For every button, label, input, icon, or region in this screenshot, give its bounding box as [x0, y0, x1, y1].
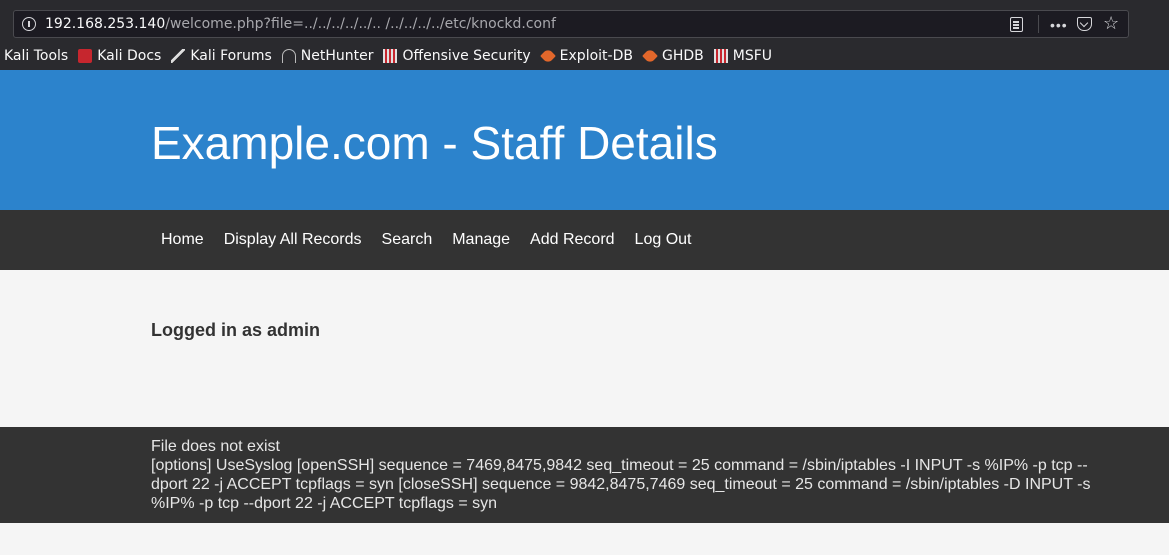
offsec-icon: [383, 49, 398, 63]
nethunter-icon: [281, 49, 296, 63]
bookmark-kali-docs[interactable]: Kali Docs: [78, 48, 161, 64]
bookmark-label: Kali Forums: [190, 48, 272, 64]
bookmark-msfu[interactable]: MSFU: [713, 48, 772, 64]
url-host: 192.168.253.140: [45, 16, 166, 32]
pocket-icon[interactable]: [1077, 17, 1092, 31]
logged-in-status: Logged in as admin: [151, 320, 321, 340]
bookmark-label: NetHunter: [300, 48, 374, 64]
nav-log-out[interactable]: Log Out: [625, 231, 702, 249]
ghdb-icon: [642, 48, 658, 64]
bookmark-label: GHDB: [661, 48, 704, 64]
bookmark-star-icon[interactable]: ☆: [1103, 13, 1119, 34]
nav-display-all-records[interactable]: Display All Records: [214, 231, 372, 249]
bookmark-label: MSFU: [732, 48, 772, 64]
file-contents: [options] UseSyslog [openSSH] sequence =…: [151, 457, 1091, 512]
bookmark-label: Offensive Security: [402, 48, 531, 64]
file-error-message: File does not exist: [151, 438, 280, 455]
site-title: Example.com - Staff Details: [151, 117, 718, 169]
bookmark-kali-forums[interactable]: Kali Forums: [171, 48, 272, 64]
page-actions-icon[interactable]: •••: [1050, 17, 1068, 33]
bookmark-label: Exploit-DB: [559, 48, 633, 64]
bookmark-label: Kali Docs: [97, 48, 162, 64]
url-bar-divider: [1038, 15, 1039, 33]
reader-view-icon[interactable]: [1010, 17, 1023, 32]
nav-add-record[interactable]: Add Record: [520, 231, 625, 249]
nav-home[interactable]: Home: [151, 231, 214, 249]
kali-docs-icon: [78, 49, 93, 63]
site-header: Example.com - Staff Details: [0, 70, 1169, 210]
bookmarks-toolbar: Kali Tools Kali Docs Kali Forums NetHunt…: [0, 44, 782, 68]
url-path: /welcome.php?file=../../../../../.. /../…: [165, 16, 556, 32]
file-output-text: File does not exist [options] UseSyslog …: [151, 437, 1091, 513]
exploit-db-icon: [539, 48, 556, 64]
nav-items: Home Display All Records Search Manage A…: [151, 210, 701, 270]
bookmark-label: Kali Tools: [4, 48, 69, 64]
msfu-icon: [713, 49, 728, 63]
url-text[interactable]: 192.168.253.140/welcome.php?file=../../.…: [45, 16, 556, 32]
site-info-icon[interactable]: [22, 17, 36, 31]
kali-forums-icon: [171, 49, 186, 63]
bookmark-kali-tools[interactable]: Kali Tools: [4, 48, 68, 64]
nav-manage[interactable]: Manage: [442, 231, 520, 249]
file-output-panel: File does not exist [options] UseSyslog …: [0, 427, 1169, 523]
browser-chrome: 192.168.253.140/welcome.php?file=../../.…: [0, 0, 1169, 70]
bookmark-offensive-security[interactable]: Offensive Security: [383, 48, 531, 64]
main-nav: Home Display All Records Search Manage A…: [0, 210, 1169, 270]
bookmark-ghdb[interactable]: GHDB: [642, 48, 704, 64]
nav-search[interactable]: Search: [372, 231, 443, 249]
url-bar[interactable]: 192.168.253.140/welcome.php?file=../../.…: [13, 10, 1129, 38]
bookmark-nethunter[interactable]: NetHunter: [281, 48, 374, 64]
bookmark-exploit-db[interactable]: Exploit-DB: [539, 48, 633, 64]
